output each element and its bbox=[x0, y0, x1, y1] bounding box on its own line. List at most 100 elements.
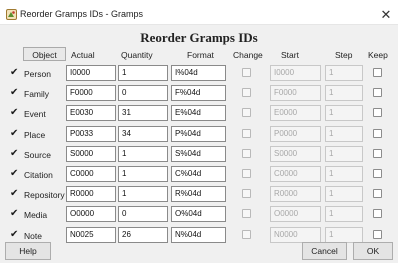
keep-checkbox[interactable] bbox=[373, 128, 382, 138]
start-id-field[interactable]: R0000 bbox=[270, 186, 321, 203]
quantity-field[interactable]: 26 bbox=[118, 226, 168, 243]
object-checkbox[interactable]: ✔ bbox=[10, 108, 20, 118]
step-field[interactable]: 1 bbox=[325, 125, 363, 142]
object-column-header-button[interactable]: Object bbox=[23, 47, 66, 61]
format-field[interactable]: S%04d bbox=[171, 145, 226, 162]
start-id-field[interactable]: S0000 bbox=[270, 145, 321, 162]
object-label: Event bbox=[24, 109, 46, 120]
change-checkbox[interactable] bbox=[242, 68, 251, 77]
change-checkbox[interactable] bbox=[242, 189, 251, 199]
change-checkbox[interactable] bbox=[242, 148, 251, 158]
object-label: Place bbox=[24, 129, 46, 140]
quantity-field[interactable]: 0 bbox=[118, 206, 168, 223]
reorder-ids-dialog: Reorder Gramps IDs - Gramps ✕ Reorder Gr… bbox=[0, 0, 398, 263]
actual-id-field[interactable]: S0000 bbox=[66, 145, 116, 162]
object-row-event: ✔ Event E0030 31 E%04d E0000 1 bbox=[0, 104, 398, 124]
step-field[interactable]: 1 bbox=[325, 226, 363, 243]
step-field[interactable]: 1 bbox=[325, 166, 363, 182]
format-field[interactable]: I%04d bbox=[171, 65, 226, 81]
format-field[interactable]: C%04d bbox=[171, 166, 226, 182]
object-label: Note bbox=[24, 230, 42, 241]
start-id-field[interactable]: P0000 bbox=[270, 125, 321, 142]
quantity-field[interactable]: 1 bbox=[118, 65, 168, 81]
window-title: Reorder Gramps IDs - Gramps bbox=[20, 9, 144, 19]
object-row-person: ✔ Person I0000 1 I%04d I0000 1 bbox=[0, 64, 398, 84]
start-column-header: Start bbox=[281, 50, 299, 60]
step-field[interactable]: 1 bbox=[325, 145, 363, 162]
keep-checkbox[interactable] bbox=[373, 229, 382, 239]
start-id-field[interactable]: F0000 bbox=[270, 85, 321, 102]
actual-id-field[interactable]: F0000 bbox=[66, 85, 116, 102]
actual-id-field[interactable]: O0000 bbox=[66, 206, 116, 223]
actual-id-field[interactable]: C0000 bbox=[66, 166, 116, 182]
object-row-source: ✔ Source S0000 1 S%04d S0000 1 bbox=[0, 145, 398, 165]
keep-checkbox[interactable] bbox=[373, 68, 382, 77]
change-checkbox[interactable] bbox=[242, 229, 251, 239]
start-id-field[interactable]: C0000 bbox=[270, 166, 321, 182]
format-field[interactable]: N%04d bbox=[171, 226, 226, 243]
keep-checkbox[interactable] bbox=[373, 148, 382, 158]
actual-id-field[interactable]: R0000 bbox=[66, 186, 116, 203]
ok-button[interactable]: OK bbox=[353, 242, 393, 260]
object-checkbox[interactable]: ✔ bbox=[10, 209, 20, 219]
format-field[interactable]: P%04d bbox=[171, 125, 226, 142]
keep-checkbox[interactable] bbox=[373, 209, 382, 219]
step-field[interactable]: 1 bbox=[325, 85, 363, 102]
format-field[interactable]: E%04d bbox=[171, 105, 226, 122]
gramps-app-icon bbox=[6, 9, 17, 20]
actual-id-field[interactable]: P0033 bbox=[66, 125, 116, 142]
actual-id-field[interactable]: I0000 bbox=[66, 65, 116, 81]
actual-column-header: Actual bbox=[71, 50, 95, 60]
keep-checkbox[interactable] bbox=[373, 169, 382, 178]
format-field[interactable]: O%04d bbox=[171, 206, 226, 223]
object-label: Media bbox=[24, 210, 48, 221]
quantity-field[interactable]: 1 bbox=[118, 145, 168, 162]
change-checkbox[interactable] bbox=[242, 209, 251, 219]
start-id-field[interactable]: N0000 bbox=[270, 226, 321, 243]
step-field[interactable]: 1 bbox=[325, 186, 363, 203]
step-field[interactable]: 1 bbox=[325, 65, 363, 81]
quantity-field[interactable]: 1 bbox=[118, 186, 168, 203]
object-checkbox[interactable]: ✔ bbox=[10, 88, 20, 98]
step-field[interactable]: 1 bbox=[325, 105, 363, 122]
format-field[interactable]: F%04d bbox=[171, 85, 226, 102]
keep-column-header: Keep bbox=[368, 50, 388, 60]
object-checkbox[interactable]: ✔ bbox=[10, 68, 20, 78]
close-icon[interactable]: ✕ bbox=[378, 7, 394, 23]
object-row-citation: ✔ Citation C0000 1 C%04d C0000 1 bbox=[0, 165, 398, 185]
cancel-button[interactable]: Cancel bbox=[302, 242, 347, 260]
object-label: Source bbox=[24, 149, 51, 160]
quantity-field[interactable]: 34 bbox=[118, 125, 168, 142]
object-label: Repository bbox=[24, 190, 65, 201]
help-button[interactable]: Help bbox=[5, 242, 51, 260]
keep-checkbox[interactable] bbox=[373, 108, 382, 118]
title-bar[interactable]: Reorder Gramps IDs - Gramps ✕ bbox=[0, 6, 398, 25]
object-label: Person bbox=[24, 69, 51, 79]
start-id-field[interactable]: I0000 bbox=[270, 65, 321, 81]
object-checkbox[interactable]: ✔ bbox=[10, 169, 20, 179]
object-label: Family bbox=[24, 89, 50, 100]
change-checkbox[interactable] bbox=[242, 169, 251, 178]
change-checkbox[interactable] bbox=[242, 108, 251, 118]
format-field[interactable]: R%04d bbox=[171, 186, 226, 203]
format-column-header: Format bbox=[187, 50, 214, 60]
object-checkbox[interactable]: ✔ bbox=[10, 229, 20, 240]
object-row-family: ✔ Family F0000 0 F%04d F0000 1 bbox=[0, 84, 398, 104]
keep-checkbox[interactable] bbox=[373, 88, 382, 98]
change-checkbox[interactable] bbox=[242, 88, 251, 98]
object-checkbox[interactable]: ✔ bbox=[10, 189, 20, 199]
actual-id-field[interactable]: E0030 bbox=[66, 105, 116, 122]
quantity-field[interactable]: 1 bbox=[118, 166, 168, 182]
actual-id-field[interactable]: N0025 bbox=[66, 226, 116, 243]
step-column-header: Step bbox=[335, 50, 353, 60]
object-checkbox[interactable]: ✔ bbox=[10, 148, 20, 159]
change-checkbox[interactable] bbox=[242, 128, 251, 138]
object-checkbox[interactable]: ✔ bbox=[10, 128, 20, 139]
quantity-field[interactable]: 31 bbox=[118, 105, 168, 122]
keep-checkbox[interactable] bbox=[373, 189, 382, 199]
start-id-field[interactable]: E0000 bbox=[270, 105, 321, 122]
quantity-field[interactable]: 0 bbox=[118, 85, 168, 102]
step-field[interactable]: 1 bbox=[325, 206, 363, 223]
start-id-field[interactable]: O0000 bbox=[270, 206, 321, 223]
object-row-place: ✔ Place P0033 34 P%04d P0000 1 bbox=[0, 125, 398, 145]
